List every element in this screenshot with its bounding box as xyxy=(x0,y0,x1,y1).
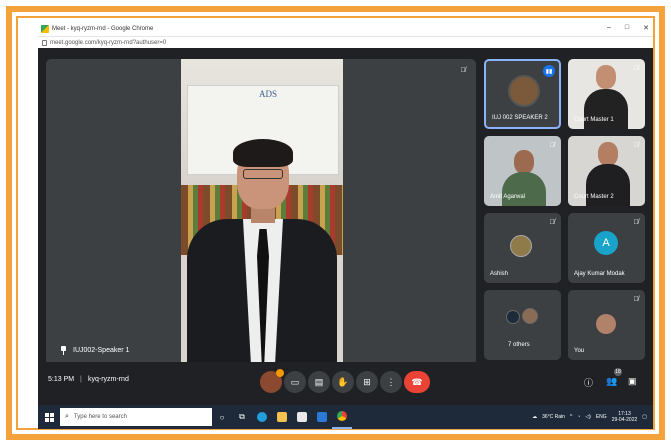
others-label: 7 others xyxy=(508,342,530,348)
participant-name: IUJ 002 SPEAKER 2 xyxy=(492,115,548,121)
cortana-icon[interactable]: ○ xyxy=(212,405,232,429)
meet-control-bar: 5:13 PM | kyq-ryzm-rnd ▭ ▤ ✋ ⊞ ⋮ ☎ ⓘ 👥 1… xyxy=(38,362,653,405)
tray-chevron-icon[interactable]: ^ xyxy=(570,414,572,420)
chrome-window: Meet - kyq-ryzm-rnd - Google Chrome – □ … xyxy=(38,22,653,429)
window-controls: – □ ✕ xyxy=(607,24,649,32)
participant-name: Ajay Kumar Modak xyxy=(574,271,625,277)
avatar xyxy=(522,308,538,324)
decorative-frame: Meet - kyq-ryzm-rnd - Google Chrome – □ … xyxy=(0,0,671,446)
volume-icon[interactable]: ◁) xyxy=(585,414,591,420)
meet-stage: ADS 🎙̸ IUJ002-Speaker 1 ▮▮ IUJ 002 SPEAK… xyxy=(38,48,653,404)
mic-off-icon: 🎙̸ xyxy=(549,218,555,226)
meeting-code: kyq-ryzm-rnd xyxy=(88,376,129,383)
notifications-icon[interactable]: ▢ xyxy=(642,414,647,420)
participant-name: Court Master 1 xyxy=(574,117,614,123)
weather-text[interactable]: 36°C Rain xyxy=(542,414,565,420)
search-icon: ⌕ xyxy=(65,413,69,420)
windows-taskbar: ⌕ Type here to search ○ ⧉ ☁ 36°C Rain ^ … xyxy=(38,405,653,429)
meeting-time: 5:13 PM xyxy=(48,376,75,383)
avatar xyxy=(508,75,540,107)
close-button[interactable]: ✕ xyxy=(643,24,649,32)
main-speaker-video: ADS xyxy=(181,59,343,365)
meet-favicon-icon xyxy=(41,25,49,33)
participant-tile[interactable]: A 🎙̸ Ajay Kumar Modak xyxy=(568,213,645,283)
participant-tile[interactable]: 🎙̸ Ashish xyxy=(484,213,561,283)
tray-date: 29-04-2022 xyxy=(611,417,638,423)
avatar xyxy=(596,314,616,334)
network-icon[interactable]: ◔ xyxy=(577,414,580,420)
info-icon[interactable]: ⓘ xyxy=(584,376,593,389)
windows-logo-icon xyxy=(44,412,54,422)
participant-tile[interactable]: 🎙̸ Court Master 1 xyxy=(568,59,645,129)
participant-name: Court Master 2 xyxy=(574,194,614,200)
window-title: Meet - kyq-ryzm-rnd - Google Chrome xyxy=(52,26,154,32)
speaking-indicator-icon: ▮▮ xyxy=(543,65,555,77)
system-tray: ☁ 36°C Rain ^ ◔ ◁) ENG 17:13 29-04-2022 … xyxy=(532,405,647,429)
people-count-badge: 18 xyxy=(614,368,622,376)
chrome-icon[interactable] xyxy=(332,405,352,429)
mic-off-icon: 🎙̸ xyxy=(549,141,555,149)
separator: | xyxy=(80,376,82,383)
main-speaker-name: IUJ002-Speaker 1 xyxy=(73,347,130,354)
taskbar-search[interactable]: ⌕ Type here to search xyxy=(60,408,212,426)
mic-off-icon: 🎙̸ xyxy=(633,64,639,72)
avatar: A xyxy=(594,231,618,255)
main-speaker-tile[interactable]: ADS 🎙̸ IUJ002-Speaker 1 xyxy=(46,59,476,365)
captions-icon[interactable]: ▤ xyxy=(308,371,330,393)
pin-icon[interactable] xyxy=(60,346,67,355)
avatar xyxy=(506,310,520,324)
weather-icon: ☁ xyxy=(532,414,538,420)
lock-icon xyxy=(42,39,47,46)
raise-hand-icon[interactable]: ✋ xyxy=(332,371,354,393)
people-icon[interactable]: 👥 xyxy=(606,376,617,387)
main-speaker-label: IUJ002-Speaker 1 xyxy=(60,346,129,355)
self-tile[interactable]: 🎙̸ You xyxy=(568,290,645,360)
participant-tile[interactable]: ▮▮ IUJ 002 SPEAKER 2 xyxy=(484,59,561,129)
clock[interactable]: 17:13 29-04-2022 xyxy=(612,411,638,423)
mic-off-icon: 🎙̸ xyxy=(460,66,466,74)
title-bar: Meet - kyq-ryzm-rnd - Google Chrome – □ … xyxy=(38,22,653,36)
chat-icon[interactable]: ▣ xyxy=(628,376,637,387)
board-text: ADS xyxy=(259,89,278,99)
address-bar[interactable]: meet.google.com/kyq-ryzm-rnd?authuser=0 xyxy=(38,36,653,48)
notification-dot xyxy=(276,369,284,377)
participant-tile[interactable]: 🎙̸ Amit Agarwal xyxy=(484,136,561,206)
end-call-button[interactable]: ☎ xyxy=(404,371,430,393)
more-options-icon[interactable]: ⋮ xyxy=(380,371,402,393)
participant-name: Ashish xyxy=(490,271,509,277)
participant-tile[interactable]: 🎙̸ Court Master 2 xyxy=(568,136,645,206)
language-indicator[interactable]: ENG xyxy=(596,414,607,420)
file-explorer-icon[interactable] xyxy=(272,405,292,429)
url-text: meet.google.com/kyq-ryzm-rnd?authuser=0 xyxy=(50,39,167,46)
edge-icon[interactable] xyxy=(252,405,272,429)
mail-icon[interactable] xyxy=(312,405,332,429)
participant-tile[interactable]: 7 others xyxy=(484,290,561,360)
minimize-button[interactable]: – xyxy=(607,24,611,32)
participant-name: You xyxy=(574,348,585,354)
mic-off-icon: 🎙̸ xyxy=(633,218,639,226)
avatar xyxy=(510,235,532,257)
search-placeholder: Type here to search xyxy=(73,414,127,420)
present-icon[interactable]: ⊞ xyxy=(356,371,378,393)
start-button[interactable] xyxy=(38,405,60,429)
mic-off-icon: 🎙̸ xyxy=(633,295,639,303)
participant-name: Amit Agarwal xyxy=(490,194,526,200)
camera-icon[interactable]: ▭ xyxy=(284,371,306,393)
maximize-button[interactable]: □ xyxy=(625,24,629,32)
store-icon[interactable] xyxy=(292,405,312,429)
mic-off-icon: 🎙̸ xyxy=(633,141,639,149)
self-mic-button[interactable] xyxy=(260,369,284,393)
task-view-icon[interactable]: ⧉ xyxy=(232,405,252,429)
